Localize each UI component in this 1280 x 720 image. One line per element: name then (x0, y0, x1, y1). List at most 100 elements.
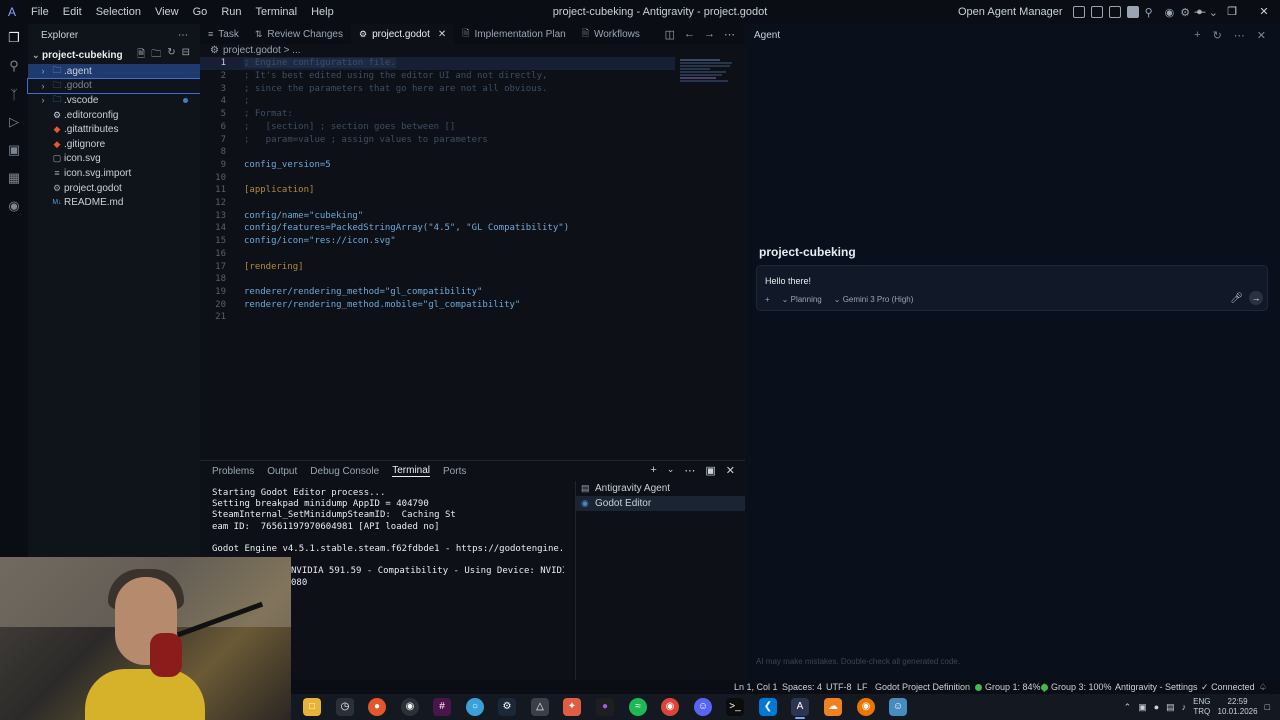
more-actions-icon[interactable]: ⋯ (1234, 29, 1245, 42)
panel-tab-terminal[interactable]: Terminal (392, 465, 431, 477)
collapse-all-icon[interactable]: ⊟ (182, 47, 190, 64)
godot-icon[interactable]: ◉ (0, 192, 28, 220)
vscode-icon[interactable]: ❮ (759, 698, 777, 716)
new-chat-plus-icon[interactable]: + (1194, 29, 1200, 42)
minimap[interactable] (680, 59, 736, 87)
menu-help[interactable]: Help (304, 6, 341, 18)
more-actions-icon[interactable]: ⋯ (178, 30, 188, 41)
status-cursor-position[interactable]: Ln 1, Col 1 (734, 680, 778, 694)
status-indentation[interactable]: Spaces: 4 (782, 680, 822, 694)
terminal-item-antigravity-agent[interactable]: ▤ Antigravity Agent (576, 481, 745, 496)
close-panel-icon[interactable]: ✕ (726, 464, 735, 477)
tree-item-icon-svg-import[interactable]: ≡ icon.svg.import (28, 166, 200, 181)
clock-app-icon[interactable]: ◷ (336, 698, 354, 716)
slack-icon[interactable]: # (433, 698, 451, 716)
figma-icon[interactable]: ● (596, 698, 614, 716)
tray-chevron-up-icon[interactable]: ⌃ (1124, 702, 1132, 713)
refresh-icon[interactable]: ↻ (167, 47, 175, 64)
minimize-button[interactable]: — (1184, 0, 1216, 24)
close-tab-icon[interactable]: ✕ (438, 29, 446, 40)
layout-icon[interactable] (1072, 6, 1085, 18)
panel-tab-problems[interactable]: Problems (212, 466, 254, 477)
tree-item-vscode[interactable]: › 🗀 .vscode (28, 93, 200, 108)
tab-task[interactable]: ≡ Task (200, 24, 247, 44)
menu-file[interactable]: File (24, 6, 56, 18)
menu-edit[interactable]: Edit (56, 6, 89, 18)
tray-app-icon[interactable]: ▣ (1138, 702, 1147, 713)
panel-tab-ports[interactable]: Ports (443, 466, 466, 477)
steam-icon[interactable]: ⚙ (498, 698, 516, 716)
status-encoding[interactable]: UTF-8 (826, 680, 852, 694)
language-indicator[interactable]: ENG TRQ (1193, 697, 1210, 717)
tree-item-agent[interactable]: › 🗀 .agent (28, 64, 200, 79)
history-icon[interactable]: ↻ (1213, 29, 1222, 42)
panel-tab-debug-console[interactable]: Debug Console (310, 466, 379, 477)
status-eol[interactable]: LF (857, 680, 868, 694)
status-settings[interactable]: Antigravity - Settings (1115, 680, 1198, 694)
add-context-plus-icon[interactable]: + (765, 295, 770, 304)
explorer-files-icon[interactable]: ❐ (0, 24, 28, 52)
new-folder-icon[interactable]: 🗀 (151, 47, 161, 64)
agent-toggle-icon[interactable] (1126, 6, 1139, 18)
panel-tab-output[interactable]: Output (267, 466, 297, 477)
obs-icon[interactable]: ◉ (401, 698, 419, 716)
tree-item-editorconfig[interactable]: ⚙ .editorconfig (28, 108, 200, 123)
unity-icon[interactable]: △ (531, 698, 549, 716)
status-group1[interactable]: Group 1: 84% | (975, 680, 1045, 694)
maximize-button[interactable]: ❐ (1216, 0, 1248, 24)
notification-center-icon[interactable]: □ (1265, 702, 1270, 712)
split-editor-icon[interactable]: ◫ (665, 28, 675, 41)
signal-icon[interactable]: ○ (466, 698, 484, 716)
tab-review-changes[interactable]: ⇅ Review Changes (247, 24, 351, 44)
maximize-panel-icon[interactable]: ▣ (705, 464, 715, 477)
breadcrumb[interactable]: ⚙ project.godot > ... (210, 45, 301, 57)
cloudflare-icon[interactable]: ☁ (824, 698, 842, 716)
more-actions-icon[interactable]: ⋯ (724, 28, 735, 41)
send-arrow-icon[interactable]: → (1249, 291, 1263, 305)
tree-item-gitignore[interactable]: ◆ .gitignore (28, 137, 200, 152)
microphone-tray-icon[interactable]: ● (1154, 702, 1159, 712)
more-actions-icon[interactable]: ⋯ (684, 464, 695, 477)
source-control-icon[interactable]: ᛉ (0, 80, 28, 108)
menu-terminal[interactable]: Terminal (249, 6, 305, 18)
new-terminal-plus-icon[interactable]: + (650, 464, 656, 477)
notifications-bell-icon[interactable]: ♤ (1259, 680, 1267, 694)
affinity-icon[interactable]: ✦ (563, 698, 581, 716)
spotify-icon[interactable]: ≈ (629, 698, 647, 716)
network-icon[interactable]: ▤ (1166, 702, 1175, 713)
chat-message-input[interactable]: Hello there! (765, 276, 811, 286)
microphone-icon[interactable]: 🎤︎ (1230, 293, 1243, 304)
extensions-icon[interactable]: ▦ (0, 164, 28, 192)
menu-go[interactable]: Go (186, 6, 215, 18)
project-root[interactable]: ⌄ project-cubeking 🗎 🗀 ↻ ⊟ (28, 46, 200, 64)
discord-icon[interactable]: ☺ (694, 698, 712, 716)
new-file-icon[interactable]: 🗎 (137, 47, 145, 64)
chrome-icon[interactable]: ◉ (661, 698, 679, 716)
open-agent-manager-button[interactable]: Open Agent Manager (958, 6, 1063, 18)
model-dropdown[interactable]: ⌄ Gemini 3 Pro (High) (834, 295, 914, 304)
tab-workflows[interactable]: 🗎 Workflows (574, 24, 648, 44)
run-debug-icon[interactable]: ▷ (0, 108, 28, 136)
go-back-icon[interactable]: ← (684, 28, 695, 41)
firefox-icon[interactable]: ● (368, 698, 386, 716)
menu-selection[interactable]: Selection (89, 6, 148, 18)
mode-dropdown[interactable]: ⌄ Planning (782, 295, 822, 304)
clock[interactable]: 22:59 10.01.2026 (1218, 697, 1258, 717)
volume-icon[interactable]: ♪ (1182, 702, 1187, 712)
terminal-app-icon[interactable]: >_ (726, 698, 744, 716)
search-icon[interactable]: ⚲ (1145, 6, 1153, 19)
tree-item-project-godot[interactable]: ⚙ project.godot (28, 181, 200, 196)
blender-icon[interactable]: ◉ (857, 698, 875, 716)
chevron-down-icon[interactable]: ⌄ (667, 464, 675, 477)
antigravity-taskbar-icon[interactable]: A (791, 698, 809, 716)
file-explorer-icon[interactable]: □ (303, 698, 321, 716)
close-panel-icon[interactable]: ✕ (1257, 29, 1266, 42)
status-group3[interactable]: Group 3: 100% (1041, 680, 1112, 694)
go-forward-icon[interactable]: → (704, 28, 715, 41)
tree-item-godot[interactable]: › 🗀 .godot (27, 77, 201, 95)
status-connection[interactable]: ✓ Connected (1201, 680, 1255, 694)
search-view-icon[interactable]: ⚲ (0, 52, 28, 80)
sidebar-toggle-icon[interactable] (1090, 6, 1103, 18)
tab-project-godot[interactable]: ⚙ project.godot ✕ (350, 24, 455, 44)
tree-item-gitattributes[interactable]: ◆ .gitattributes (28, 122, 200, 137)
